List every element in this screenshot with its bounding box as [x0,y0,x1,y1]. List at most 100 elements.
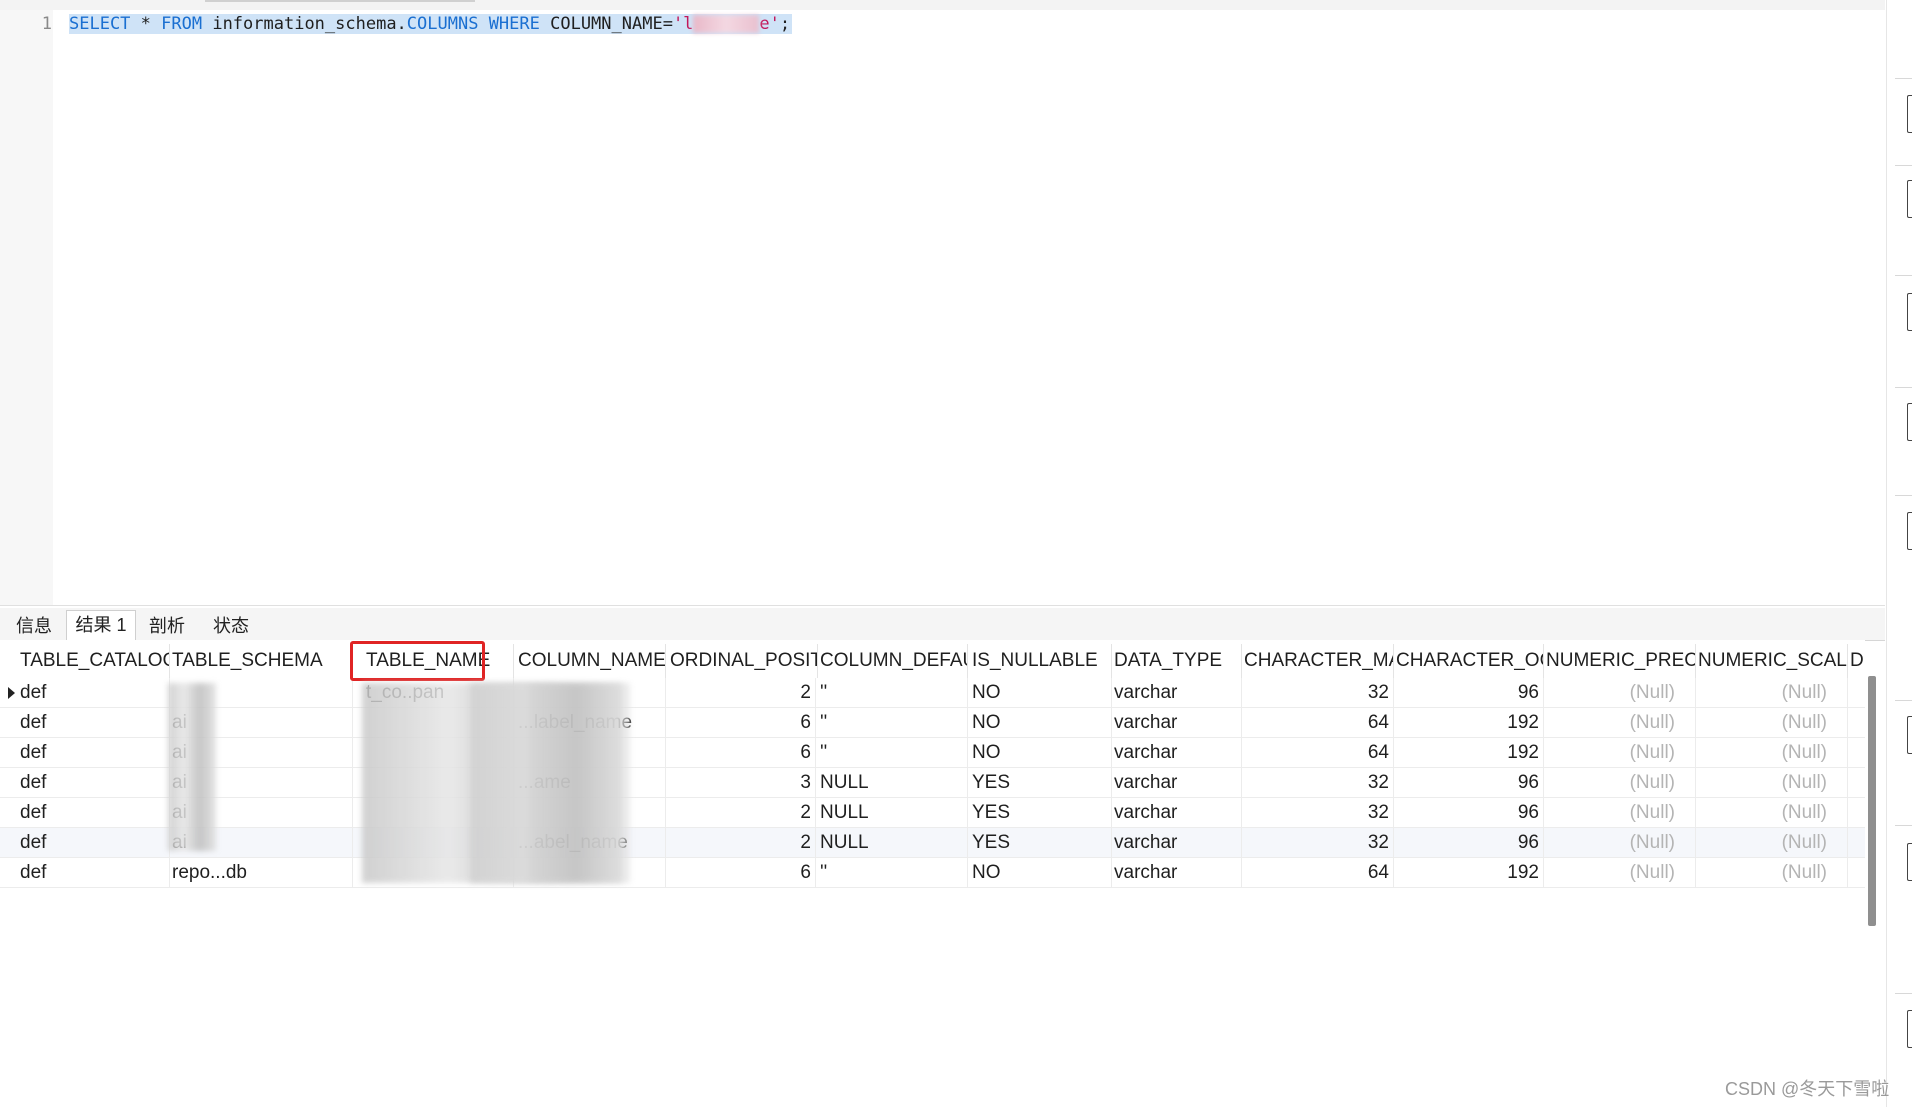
side-panel-handle[interactable] [1907,512,1912,550]
cell-num-prec[interactable]: (Null) [1544,858,1696,888]
cell-num-prec[interactable]: (Null) [1544,678,1696,708]
cell-char-oct[interactable]: 96 [1394,678,1544,708]
header-ordinal-position[interactable]: ORDINAL_POSITI [668,644,818,678]
cell-nullable[interactable]: NO [970,858,1112,888]
cell-catalog[interactable]: def [18,828,170,858]
cell-num-scale[interactable]: (Null) [1696,858,1848,888]
cell-char-max[interactable]: 64 [1242,858,1394,888]
header-numeric-precision[interactable]: NUMERIC_PRECI [1544,644,1696,678]
side-panel-handle[interactable] [1907,1010,1912,1048]
tab-result-1[interactable]: 结果 1 [66,610,136,641]
grid-vertical-scrollbar[interactable] [1866,676,1878,928]
cell-default[interactable]: '' [818,678,968,708]
cell-char-max[interactable]: 32 [1242,768,1394,798]
cell-default[interactable]: '' [818,858,968,888]
cell-num-prec[interactable]: (Null) [1544,828,1696,858]
cell-char-max[interactable]: 32 [1242,798,1394,828]
cell-nullable[interactable]: NO [970,738,1112,768]
cell-catalog[interactable]: def [18,858,170,888]
result-grid[interactable]: TABLE_CATALOG TABLE_SCHEMA TABLE_NAME CO… [0,640,1865,1107]
cell-char-oct[interactable]: 96 [1394,768,1544,798]
cell-ordinal[interactable]: 2 [668,798,816,828]
tab-profile[interactable]: 剖析 [136,612,198,640]
cell-num-scale[interactable]: (Null) [1696,678,1848,708]
table-row[interactable]: defai...ame3NULLYESvarchar3296(Null)(Nul… [0,768,1865,798]
cell-type[interactable]: varchar [1112,858,1242,888]
header-table-schema[interactable]: TABLE_SCHEMA [170,644,353,678]
header-column-default[interactable]: COLUMN_DEFAU [818,644,968,678]
cell-nullable[interactable]: YES [970,828,1112,858]
cell-nullable[interactable]: NO [970,678,1112,708]
cell-char-max[interactable]: 64 [1242,708,1394,738]
cell-num-scale[interactable]: (Null) [1696,708,1848,738]
side-panel-handle[interactable] [1907,180,1912,218]
header-numeric-scale[interactable]: NUMERIC_SCALE [1696,644,1848,678]
cell-char-max[interactable]: 32 [1242,828,1394,858]
table-row[interactable]: defai2NULLYESvarchar3296(Null)(Null) [0,798,1865,828]
cell-ordinal[interactable]: 2 [668,678,816,708]
cell-type[interactable]: varchar [1112,738,1242,768]
cell-nullable[interactable]: NO [970,708,1112,738]
cell-catalog[interactable]: def [18,738,170,768]
cell-nullable[interactable]: YES [970,798,1112,828]
cell-catalog[interactable]: def [18,678,170,708]
table-row[interactable]: defai...abel_name2NULLYESvarchar3296(Nul… [0,828,1865,858]
cell-catalog[interactable]: def [18,708,170,738]
cell-type[interactable]: varchar [1112,768,1242,798]
cell-num-prec[interactable]: (Null) [1544,768,1696,798]
header-more-columns[interactable]: D [1848,644,1865,678]
cell-ordinal[interactable]: 6 [668,708,816,738]
scrollbar-thumb[interactable] [1868,676,1876,926]
tab-status[interactable]: 状态 [200,612,262,640]
cell-catalog[interactable]: def [18,798,170,828]
table-row[interactable]: defai...label_name6''NOvarchar64192(Null… [0,708,1865,738]
cell-char-oct[interactable]: 192 [1394,738,1544,768]
cell-char-max[interactable]: 32 [1242,678,1394,708]
sql-editor[interactable]: 1 SELECT * FROM information_schema.COLUM… [0,10,1885,606]
cell-type[interactable]: varchar [1112,798,1242,828]
header-data-type[interactable]: DATA_TYPE [1112,644,1242,678]
table-row[interactable]: def repo...db 6 '' NO varchar 64 192 (Null) (Null… [0,858,1865,888]
header-column-name[interactable]: COLUMN_NAME [516,644,666,678]
cell-num-scale[interactable]: (Null) [1696,768,1848,798]
header-character-max-length[interactable]: CHARACTER_MA [1242,644,1394,678]
side-panel-handle[interactable] [1907,843,1912,881]
cell-num-scale[interactable]: (Null) [1696,738,1848,768]
cell-char-oct[interactable]: 96 [1394,828,1544,858]
header-character-octet-length[interactable]: CHARACTER_OC [1394,644,1544,678]
side-panel-handle[interactable] [1907,95,1912,133]
cell-ordinal[interactable]: 3 [668,768,816,798]
side-panel-handle[interactable] [1907,716,1912,754]
cell-char-oct[interactable]: 192 [1394,858,1544,888]
cell-num-prec[interactable]: (Null) [1544,798,1696,828]
cell-default[interactable]: '' [818,708,968,738]
cell-ordinal[interactable]: 2 [668,828,816,858]
side-panel-handle[interactable] [1907,403,1912,441]
tab-info[interactable]: 信息 [4,612,64,640]
cell-num-prec[interactable]: (Null) [1544,738,1696,768]
cell-num-prec[interactable]: (Null) [1544,708,1696,738]
cell-ordinal[interactable]: 6 [668,858,816,888]
cell-ordinal[interactable]: 6 [668,738,816,768]
cell-char-oct[interactable]: 192 [1394,708,1544,738]
cell-type[interactable]: varchar [1112,708,1242,738]
cell-num-scale[interactable]: (Null) [1696,828,1848,858]
side-panel-handle[interactable] [1907,293,1912,331]
sql-query-line[interactable]: SELECT * FROM information_schema.COLUMNS… [69,12,793,36]
header-table-catalog[interactable]: TABLE_CATALOG [18,644,170,678]
cell-default[interactable]: NULL [818,798,968,828]
cell-num-scale[interactable]: (Null) [1696,798,1848,828]
cell-catalog[interactable]: def [18,768,170,798]
table-row[interactable]: defai6''NOvarchar64192(Null)(Null) [0,738,1865,768]
cell-default[interactable]: NULL [818,828,968,858]
cell-nullable[interactable]: YES [970,768,1112,798]
cell-type[interactable]: varchar [1112,828,1242,858]
cell-default[interactable]: NULL [818,768,968,798]
cell-char-max[interactable]: 64 [1242,738,1394,768]
cell-type[interactable]: varchar [1112,678,1242,708]
cell-char-oct[interactable]: 96 [1394,798,1544,828]
cell-default[interactable]: '' [818,738,968,768]
table-row[interactable]: deft_co..pan2''NOvarchar3296(Null)(Null) [0,678,1865,708]
header-is-nullable[interactable]: IS_NULLABLE [970,644,1112,678]
cell-schema[interactable]: repo...db [170,858,353,888]
